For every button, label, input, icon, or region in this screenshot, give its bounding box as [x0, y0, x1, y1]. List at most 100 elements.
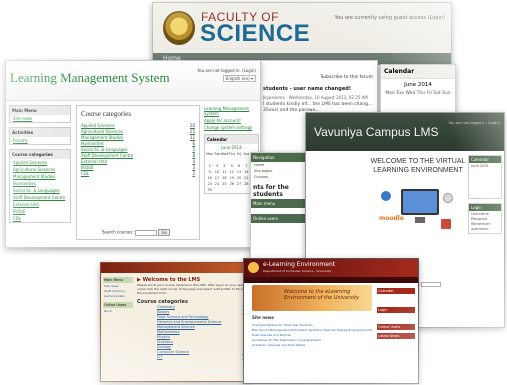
calendar-date[interactable]: 19	[228, 176, 235, 180]
login-block: Login Username Password Remember usernam…	[468, 203, 502, 234]
calendar-date	[228, 158, 235, 162]
lms-title: Learning Management System	[10, 70, 170, 85]
category-name[interactable]: Agricultural Sciences	[81, 129, 123, 134]
calendar-date[interactable]: 24	[213, 182, 220, 186]
block-link[interactable]: Lectures/Labs	[103, 293, 133, 298]
block-link[interactable]: Staff Development Centre	[10, 194, 70, 201]
category-name[interactable]: Humanities	[81, 141, 104, 146]
calendar-date[interactable]: 27	[235, 182, 242, 186]
online-users-heading: Online users	[251, 214, 307, 223]
navigation-heading: Navigation	[251, 153, 307, 162]
calendar-date[interactable]: 13	[235, 170, 242, 174]
search-label: Search courses:	[102, 229, 134, 235]
category-name[interactable]: Applied Sciences	[81, 123, 115, 128]
block-link[interactable]: Site news	[10, 115, 70, 122]
guest-access-notice[interactable]: You are currently using guest access (Lo…	[335, 15, 445, 21]
calendar-date[interactable]: 10	[213, 170, 220, 174]
calendar-date[interactable]: 3	[213, 164, 220, 168]
block-link[interactable]: Forums	[10, 137, 70, 144]
block-text[interactable]: Username Password Remember username	[469, 211, 501, 233]
main-menu-block: Main Menu Site news	[9, 105, 71, 123]
go-button[interactable]: Go	[158, 229, 170, 236]
category-count: 2	[192, 170, 195, 176]
category-name[interactable]: Staff Development Centre	[81, 153, 133, 158]
category-name[interactable]: External Unit	[81, 159, 107, 164]
calendar-day-name: Tue	[213, 152, 220, 156]
category-count: 5	[192, 146, 195, 152]
block-link[interactable]: Humanities	[10, 180, 70, 187]
block-filler	[377, 294, 415, 304]
category-count: 4	[192, 158, 195, 164]
search-input[interactable]	[135, 229, 158, 236]
category-name[interactable]: IRQUE	[81, 165, 94, 170]
calendar-date[interactable]: 14	[243, 170, 250, 174]
elearning-nav-bar	[244, 277, 418, 283]
block-link[interactable]: Management Studies	[10, 173, 70, 180]
calendar-date[interactable]: 6	[235, 164, 242, 168]
forum-post-title[interactable]: students - user name changed!	[259, 84, 377, 94]
calendar-date[interactable]: 30	[206, 188, 213, 192]
moodle-logo: moodle	[379, 215, 404, 222]
calendar-date[interactable]: 20	[235, 176, 242, 180]
category-name[interactable]: Social Sc. & Languages	[81, 147, 128, 152]
disc-icon	[443, 193, 453, 203]
category-name[interactable]: CDL	[81, 171, 89, 176]
calendar-date[interactable]: 11	[221, 170, 229, 174]
calendar-date[interactable]: 28	[243, 182, 250, 186]
calendar-date[interactable]: 17	[213, 176, 220, 180]
calendar-month[interactable]: June 2014	[205, 144, 258, 151]
news-item[interactable]: Academic calendar and time tables	[252, 343, 372, 348]
calendar-date[interactable]: 25	[221, 182, 229, 186]
calendar-date[interactable]: 9	[206, 170, 213, 174]
calendar-date[interactable]: 18	[221, 176, 229, 180]
welcome-section: WELCOME TO THE VIRTUAL LEARNING ENVIRONM…	[368, 157, 468, 243]
calendar-date[interactable]: 26	[228, 182, 235, 186]
block-heading: Latest News	[377, 333, 415, 339]
banner-text: Welcome to the eLearning Environment of …	[284, 289, 360, 301]
calendar-date[interactable]: 21	[243, 176, 250, 180]
block-link[interactable]: IRQUE	[10, 208, 70, 215]
vavuniya-login-notice[interactable]: You are not logged in. (Login)	[449, 121, 500, 125]
block-link[interactable]: External Unit	[10, 201, 70, 208]
calendar-date[interactable]: 4	[221, 164, 229, 168]
category-row[interactable]: ICT12	[137, 355, 247, 360]
subscribe-link[interactable]: Subscribe to this forum	[259, 61, 377, 84]
category-row[interactable]: CDL 2	[77, 170, 199, 176]
notice-text: Please enroll your course modules in thi…	[137, 283, 246, 295]
news-list: Important Notice for Third Year Students…	[252, 323, 372, 348]
university-logo-icon	[248, 262, 259, 273]
block-link[interactable]: CDL	[10, 215, 70, 222]
elearning-window: e-Learning Environment Department of Com…	[243, 258, 419, 384]
block-heading: Login	[469, 204, 501, 211]
block-link[interactable]: Applied Sciences	[10, 159, 70, 166]
calendar-date[interactable]: 2	[206, 164, 213, 168]
vavuniya-title: Vavuniya Campus LMS	[314, 125, 439, 139]
calendar-date[interactable]: 12	[228, 170, 235, 174]
calendar-date[interactable]: 7	[243, 164, 250, 168]
side-calendar-month[interactable]: June 2014	[381, 79, 455, 91]
right-link[interactable]: Change system settings	[204, 124, 259, 131]
right-link[interactable]: Learning Management System	[204, 105, 259, 117]
calendar-date[interactable]: 5	[228, 164, 235, 168]
block-link[interactable]: Social Sc. & Languages	[10, 187, 70, 194]
calendar-day-name: Thu	[228, 152, 236, 156]
faculty-courses-window: Main Menu Site news Staff directory Lect…	[100, 262, 250, 382]
calendar-date[interactable]: 16	[206, 176, 213, 180]
navigation-panel-window: Navigation Home Site pages Courses nts f…	[250, 152, 308, 272]
block-heading: Main Menu	[10, 106, 70, 115]
category-name[interactable]: ICT	[157, 355, 163, 360]
course-search: Search courses: Go	[102, 229, 170, 236]
side-calendar-heading: Calendar	[381, 65, 455, 79]
lms-window: Learning Management System You are not l…	[5, 60, 261, 248]
right-link[interactable]: Apply for account!	[204, 117, 259, 124]
category-name[interactable]: Management Studies	[81, 135, 123, 140]
lms-login-notice[interactable]: You are not logged in. (Login)	[197, 68, 256, 73]
course-categories-panel: Course categories Applied Sciences 20 Agr…	[76, 105, 200, 240]
language-select[interactable]: English (en) ▾	[222, 75, 256, 82]
calendar-date[interactable]: 23	[206, 182, 213, 186]
calendar-date	[221, 158, 229, 162]
block-heading: Calendar	[469, 156, 501, 163]
block-link[interactable]: Agricultural Sciences	[10, 166, 70, 173]
search-input[interactable]	[421, 281, 442, 287]
calendar-date	[206, 158, 213, 162]
